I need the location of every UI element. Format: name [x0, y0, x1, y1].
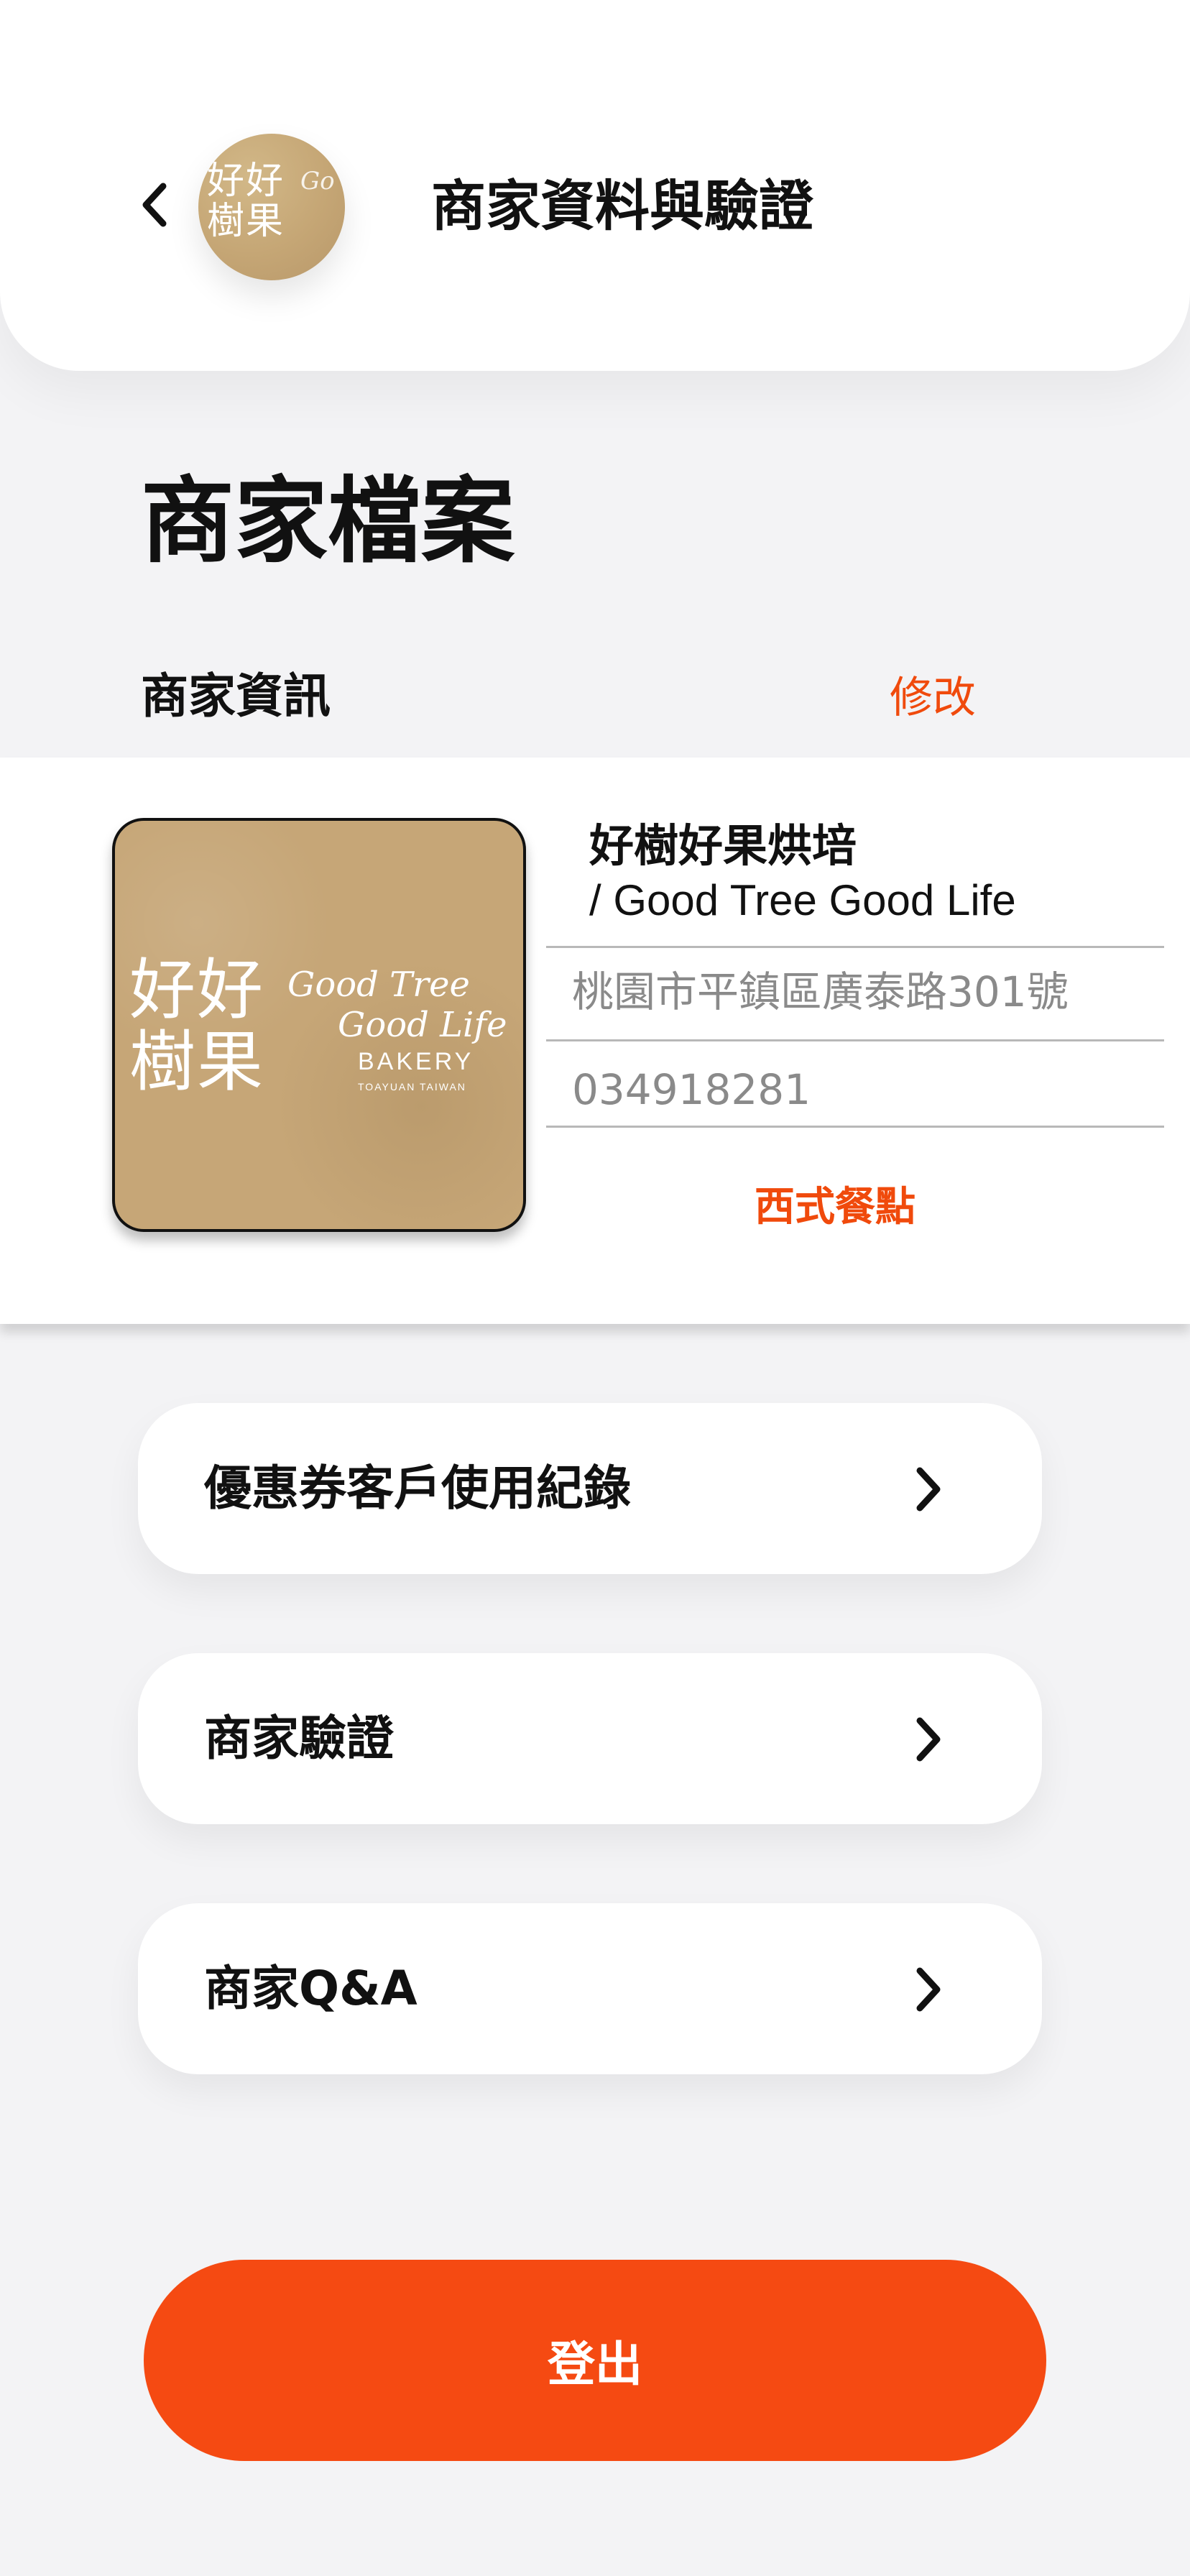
menu-item-label: 優惠券客戶使用紀錄 — [204, 1460, 631, 1516]
edit-store-info-link[interactable]: 修改 — [890, 666, 976, 730]
menu-item-store-verification[interactable]: 商家驗證 — [138, 1653, 1042, 1824]
divider — [546, 1126, 1164, 1128]
store-photo[interactable]: 好好樹果 Good Tree Good Life BAKERY TOAYUAN … — [112, 818, 526, 1232]
photo-bakery-text: BAKERY — [358, 1048, 474, 1075]
chevron-left-icon — [142, 183, 167, 227]
store-name: 好樹好果烘培 — [589, 819, 857, 872]
store-phone: 034918281 — [572, 1065, 811, 1114]
menu-item-store-qa[interactable]: 商家Q&A — [138, 1903, 1042, 2074]
header-title: 商家資料與驗證 — [431, 174, 813, 238]
photo-subtitle: TOAYUAN TAIWAN — [358, 1081, 466, 1092]
menu-item-label: 商家驗證 — [204, 1711, 394, 1766]
store-category-tag: 西式餐點 — [755, 1184, 915, 1230]
photo-logo-chinese: 好好樹果 — [129, 952, 265, 1100]
chevron-right-icon — [907, 1712, 950, 1767]
chevron-right-icon — [907, 1962, 950, 2017]
logout-button[interactable]: 登出 — [144, 2260, 1046, 2461]
top-app-bar: 好好樹果 Go 商家資料與驗證 — [0, 0, 1190, 371]
divider — [546, 946, 1164, 948]
store-name-english: / Good Tree Good Life — [589, 876, 1016, 924]
store-address: 桃園市平鎮區廣泰路301號 — [572, 967, 1069, 1016]
page-title: 商家檔案 — [141, 466, 515, 576]
back-button[interactable] — [129, 172, 180, 237]
photo-script-line-2: Good Life — [338, 1005, 507, 1045]
store-info-section-label: 商家資訊 — [141, 668, 331, 724]
chevron-right-icon — [907, 1462, 950, 1517]
menu-item-coupon-usage-record[interactable]: 優惠券客戶使用紀錄 — [138, 1403, 1042, 1574]
photo-script-line-1: Good Tree — [287, 965, 470, 1005]
store-avatar[interactable]: 好好樹果 Go — [198, 134, 345, 280]
photo-logo-script: Good Tree Good Life — [287, 965, 507, 1045]
avatar-logo-text: 好好樹果 — [207, 160, 285, 243]
divider — [546, 1039, 1164, 1041]
menu-item-label: 商家Q&A — [204, 1961, 418, 2016]
avatar-logo-script: Go — [300, 167, 335, 196]
